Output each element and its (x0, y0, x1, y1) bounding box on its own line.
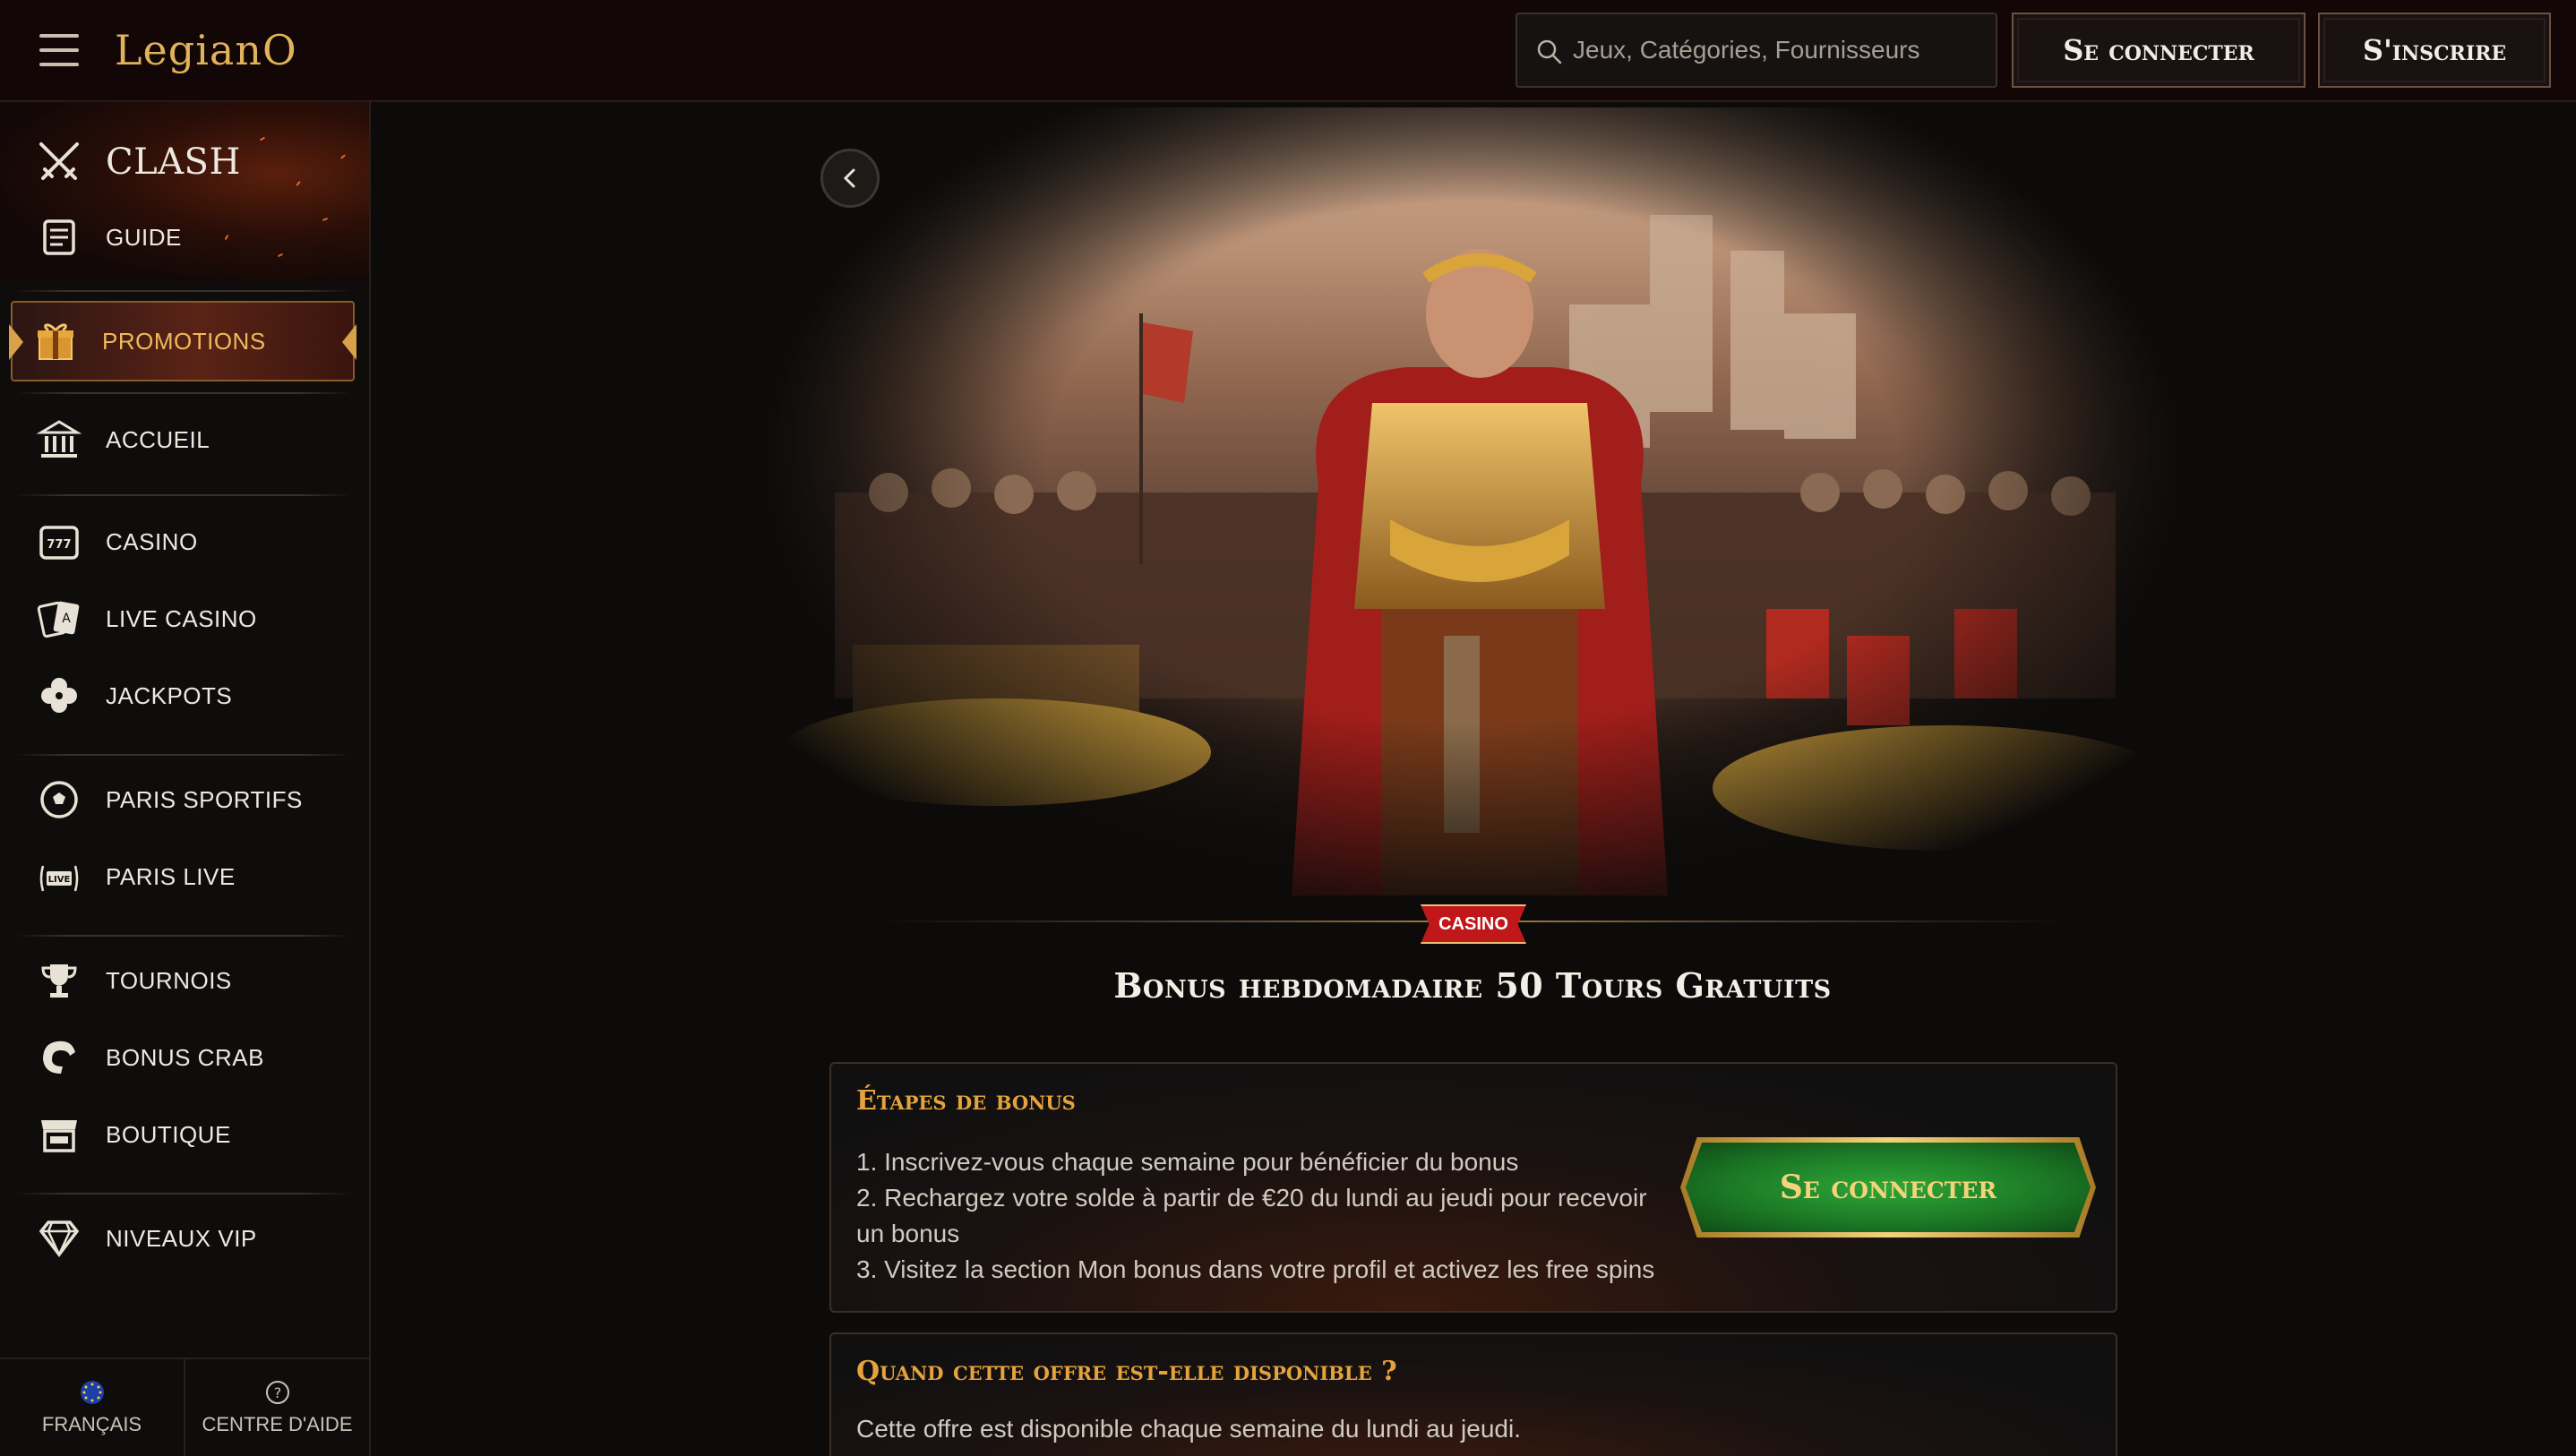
site-logo[interactable]: LegianO (115, 23, 297, 77)
sidebar-divider (16, 754, 351, 756)
sidebar-item-bonus-crab[interactable]: BONUS CRAB (16, 1024, 355, 1091)
sidebar-item-guide[interactable]: GUIDE (16, 204, 355, 270)
availability-card: Quand cette offre est-elle disponible ? … (829, 1332, 2117, 1456)
list-item: 3. Visitez la section Mon bonus dans vot… (856, 1255, 1655, 1283)
roman-emperor-illustration (763, 107, 2182, 895)
sidebar-divider (16, 935, 351, 937)
sidebar-item-casino[interactable]: 777 CASINO (16, 509, 355, 575)
cards-icon: A (34, 594, 84, 644)
crab-claw-icon (34, 1032, 84, 1083)
category-badge: CASINO (1421, 904, 1526, 944)
sidebar-item-label: JACKPOTS (106, 681, 233, 709)
sidebar-divider (16, 392, 351, 394)
sidebar: CLASH GUIDE PROMOTIONS ACCUEIL 777 CASIN… (0, 102, 371, 1456)
sidebar-item-label: LIVE CASINO (106, 604, 257, 632)
sidebar-divider (16, 494, 351, 496)
eu-flag-icon (80, 1381, 104, 1404)
back-button[interactable] (820, 149, 880, 208)
live-broadcast-icon: LIVE (34, 852, 84, 902)
sidebar-item-label: ACCUEIL (106, 425, 210, 453)
sidebar-divider (16, 290, 351, 292)
sidebar-item-label: PARIS LIVE (106, 862, 236, 890)
sidebar-item-accueil[interactable]: ACCUEIL (16, 407, 355, 473)
crossed-swords-icon (34, 137, 84, 187)
temple-icon (34, 415, 84, 465)
svg-text:LIVE: LIVE (48, 875, 71, 885)
language-label: FRANÇAIS (41, 1413, 142, 1435)
steps-heading: Étapes de bonus (856, 1085, 1076, 1117)
help-label: CENTRE D'AIDE (202, 1413, 353, 1435)
sidebar-divider (16, 1193, 351, 1195)
svg-text:777: 777 (47, 538, 71, 552)
help-icon: ? (265, 1381, 289, 1404)
register-button[interactable]: S'inscrire (2318, 13, 2551, 88)
shop-icon (34, 1109, 84, 1160)
svg-text:A: A (62, 612, 71, 626)
list-item: 2. Rechargez votre solde à partir de €20… (856, 1184, 1647, 1247)
login-button[interactable]: Se connecter (2012, 13, 2306, 88)
sidebar-item-tournois[interactable]: TOURNOIS (16, 947, 355, 1014)
menu-icon[interactable] (39, 34, 79, 68)
sidebar-footer: FRANÇAIS ? CENTRE D'AIDE (0, 1358, 369, 1456)
sidebar-item-label: BONUS CRAB (106, 1043, 264, 1071)
sidebar-item-label: TOURNOIS (106, 966, 232, 994)
help-center-link[interactable]: ? CENTRE D'AIDE (184, 1359, 369, 1456)
language-selector[interactable]: FRANÇAIS (0, 1359, 184, 1456)
svg-text:?: ? (273, 1384, 281, 1401)
promo-hero-image (763, 107, 2182, 895)
search-bar[interactable] (1516, 13, 1997, 88)
trophy-icon (34, 955, 84, 1006)
sidebar-item-label: PROMOTIONS (102, 327, 266, 355)
sidebar-item-label: NIVEAUX VIP (106, 1224, 257, 1252)
availability-text: Cette offre est disponible chaque semain… (856, 1415, 1521, 1443)
sidebar-item-niveaux-vip[interactable]: NIVEAUX VIP (16, 1205, 355, 1272)
sidebar-item-label: CLASH (106, 141, 241, 183)
sidebar-item-boutique[interactable]: BOUTIQUE (16, 1101, 355, 1168)
sidebar-item-jackpots[interactable]: JACKPOTS (16, 663, 355, 729)
promo-login-button[interactable]: Se connecter (1686, 1143, 2091, 1232)
slot-machine-icon: 777 (34, 517, 84, 567)
sidebar-item-promotions[interactable]: PROMOTIONS (9, 301, 356, 381)
availability-heading: Quand cette offre est-elle disponible ? (856, 1356, 1397, 1387)
search-input[interactable] (1573, 14, 1985, 86)
soccer-ball-icon (34, 775, 84, 825)
clover-icon (34, 671, 84, 721)
search-icon (1537, 39, 1562, 64)
chevron-left-icon (843, 168, 855, 188)
list-item: 1. Inscrivez-vous chaque semaine pour bé… (856, 1148, 1519, 1176)
sidebar-item-label: GUIDE (106, 223, 182, 251)
sidebar-item-label: PARIS SPORTIFS (106, 785, 303, 813)
sidebar-item-label: BOUTIQUE (106, 1120, 231, 1148)
diamond-icon (34, 1213, 84, 1263)
sidebar-item-clash[interactable]: CLASH (16, 129, 355, 195)
sidebar-item-paris-live[interactable]: LIVE PARIS LIVE (16, 844, 355, 910)
sidebar-item-paris-sportifs[interactable]: PARIS SPORTIFS (16, 767, 355, 833)
gift-icon (30, 316, 81, 366)
scroll-icon (34, 212, 84, 262)
sidebar-item-live-casino[interactable]: A LIVE CASINO (16, 586, 355, 652)
promo-title: Bonus hebdomadaire 50 Tours Gratuits (1113, 965, 1832, 1006)
top-header: LegianO Se connecter S'inscrire (0, 0, 2576, 102)
steps-list: 1. Inscrivez-vous chaque semaine pour bé… (856, 1144, 1662, 1288)
sidebar-item-label: CASINO (106, 527, 198, 555)
